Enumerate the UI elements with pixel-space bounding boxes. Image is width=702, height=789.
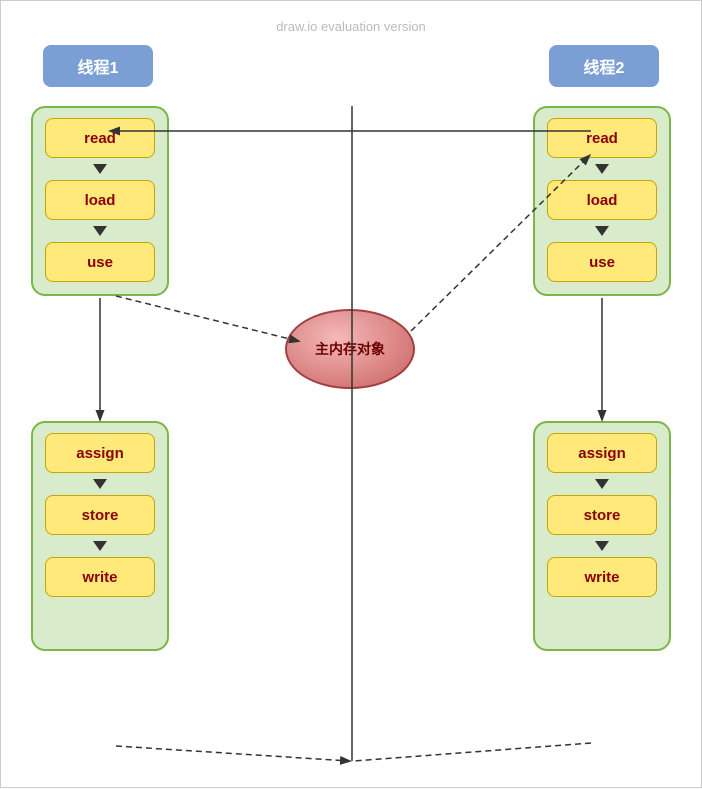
thread1-top-group: read load use [31,106,169,296]
thread1-use: use [45,242,155,282]
arrow [93,226,107,236]
canvas: draw.io evaluation version 线程1 线程2 read … [0,0,702,788]
thread1-load: load [45,180,155,220]
memory-object: 主内存对象 [285,309,415,389]
thread2-write: write [547,557,657,597]
thread1-read: read [45,118,155,158]
thread1-bot-group: assign store write [31,421,169,651]
arrow [595,164,609,174]
thread2-assign: assign [547,433,657,473]
arrow [595,479,609,489]
thread1-write: write [45,557,155,597]
thread1-assign: assign [45,433,155,473]
thread2-top-group: read load use [533,106,671,296]
thread2-load: load [547,180,657,220]
thread2-use: use [547,242,657,282]
thread2-header: 线程2 [549,45,659,87]
arrow [595,226,609,236]
arrow [93,164,107,174]
thread2-read: read [547,118,657,158]
watermark: draw.io evaluation version [276,19,426,34]
thread1-store: store [45,495,155,535]
arrow [93,479,107,489]
thread1-header: 线程1 [43,45,153,87]
arrow [93,541,107,551]
arrow [595,541,609,551]
thread2-bot-group: assign store write [533,421,671,651]
thread2-store: store [547,495,657,535]
